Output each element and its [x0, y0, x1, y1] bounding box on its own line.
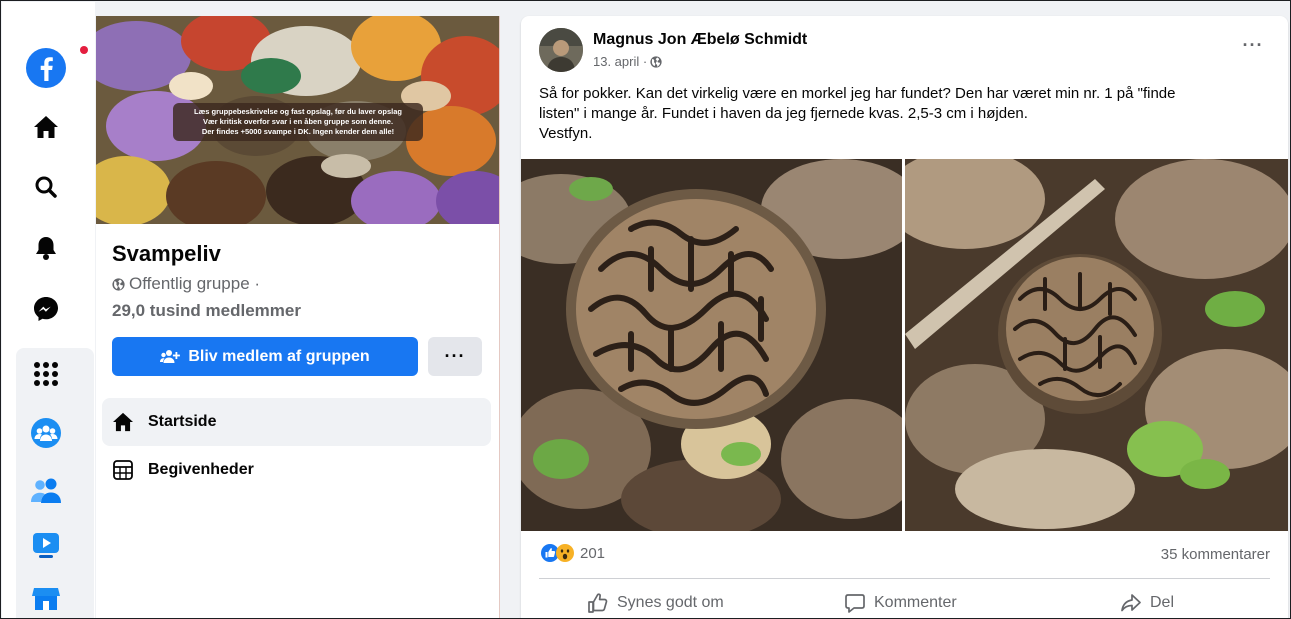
- post-actions-divider: [539, 578, 1270, 579]
- join-group-label: Bliv medlem af gruppen: [188, 347, 370, 365]
- home-button[interactable]: [22, 105, 70, 149]
- cover-notice-line: Læs gruppebeskrivelse og fast opslag, fø…: [194, 107, 402, 116]
- group-privacy-label: Offentlig gruppe ·: [129, 274, 261, 293]
- cover-notice-line: Der findes +5000 svampe i DK. Ingen kend…: [201, 127, 395, 136]
- reactions-summary[interactable]: 201: [541, 544, 605, 562]
- post-text-line: Så for pokker. Kan det virkelig være en …: [539, 85, 1176, 102]
- post-body-text: Så for pokker. Kan det virkelig være en …: [539, 84, 1279, 144]
- comment-button[interactable]: Kommenter: [844, 586, 957, 618]
- friends-button[interactable]: [22, 468, 70, 512]
- facebook-logo-button[interactable]: [22, 46, 70, 90]
- notifications-bell-icon: [36, 237, 56, 260]
- watch-icon: [33, 533, 59, 558]
- messenger-icon: [34, 297, 58, 321]
- menu-grid-icon: [34, 362, 58, 386]
- share-icon: [1121, 594, 1141, 612]
- like-label: Synes godt om: [617, 594, 724, 611]
- group-nav-startside[interactable]: Startside: [102, 398, 491, 446]
- groups-icon: [31, 418, 61, 448]
- friends-icon: [31, 478, 61, 503]
- group-nav-begivenheder[interactable]: Begivenheder: [102, 446, 491, 494]
- screenshot-frame: Læs gruppebeskrivelse og fast opslag, fø…: [0, 0, 1291, 619]
- group-cover-photo[interactable]: Læs gruppebeskrivelse og fast opslag, fø…: [96, 16, 499, 224]
- post-photo-1[interactable]: [521, 159, 902, 531]
- globe-icon: [650, 55, 662, 68]
- comments-count-link[interactable]: 35 kommentarer: [1161, 546, 1270, 563]
- home-icon: [113, 412, 133, 432]
- morel-mushroom-among-leaves-image: [905, 159, 1288, 531]
- morel-mushroom-closeup-image: [521, 159, 902, 531]
- cover-notice-line: Vær kritisk overfor svar i en åben grupp…: [202, 117, 394, 126]
- post-card: Magnus Jon Æbelø Schmidt 13. april · ···…: [521, 16, 1288, 618]
- post-photo-2[interactable]: [905, 159, 1288, 531]
- post-author-name[interactable]: Magnus Jon Æbelø Schmidt: [593, 31, 807, 49]
- marketplace-icon: [32, 588, 60, 610]
- facebook-logo-icon: [26, 48, 66, 88]
- group-privacy: Offentlig gruppe ·: [112, 274, 260, 294]
- comment-label: Kommenter: [874, 594, 957, 611]
- post-text-line: Vestfyn.: [539, 125, 593, 142]
- watch-button[interactable]: [22, 523, 70, 567]
- group-member-count[interactable]: 29,0 tusind medlemmer: [112, 301, 301, 321]
- marketplace-button[interactable]: [22, 577, 70, 618]
- calendar-icon: [113, 460, 133, 480]
- group-panel: Læs gruppebeskrivelse og fast opslag, fø…: [96, 16, 500, 618]
- author-avatar[interactable]: [539, 28, 583, 72]
- left-nav-rail: [2, 2, 95, 618]
- group-more-options-button[interactable]: ···: [428, 337, 482, 376]
- cover-notice: Læs gruppebeskrivelse og fast opslag, fø…: [173, 103, 423, 141]
- join-group-button[interactable]: Bliv medlem af gruppen: [112, 337, 418, 376]
- comment-icon: [845, 594, 865, 613]
- post-options-button[interactable]: ···: [1237, 36, 1269, 60]
- add-group-member-icon: [160, 349, 181, 363]
- like-button[interactable]: Synes godt om: [587, 586, 724, 618]
- share-button[interactable]: Del: [1120, 586, 1175, 618]
- post-text-line: listen" i mange år. Fundet i haven da je…: [539, 105, 1028, 122]
- reaction-icons: [541, 544, 574, 562]
- home-icon: [34, 116, 58, 138]
- messenger-button[interactable]: [22, 287, 70, 331]
- share-label: Del: [1150, 594, 1175, 611]
- group-nav-label: Begivenheder: [148, 461, 254, 478]
- search-icon: [35, 176, 57, 198]
- menu-button[interactable]: [22, 352, 70, 396]
- avatar-image: [539, 28, 583, 72]
- wow-reaction-icon: [556, 544, 574, 562]
- group-name[interactable]: Svampeliv: [112, 241, 221, 267]
- post-photo-grid: [521, 159, 1288, 531]
- post-timestamp: 13. april ·: [593, 54, 662, 69]
- reaction-count: 201: [580, 544, 606, 562]
- group-nav-label: Startside: [148, 413, 217, 430]
- thumbs-up-icon: [588, 593, 608, 613]
- notifications-button[interactable]: [22, 226, 70, 270]
- notification-dot: [80, 46, 88, 54]
- search-button[interactable]: [22, 165, 70, 209]
- globe-icon: [112, 277, 125, 291]
- post-date-label[interactable]: 13. april ·: [593, 54, 647, 69]
- groups-button[interactable]: [22, 411, 70, 455]
